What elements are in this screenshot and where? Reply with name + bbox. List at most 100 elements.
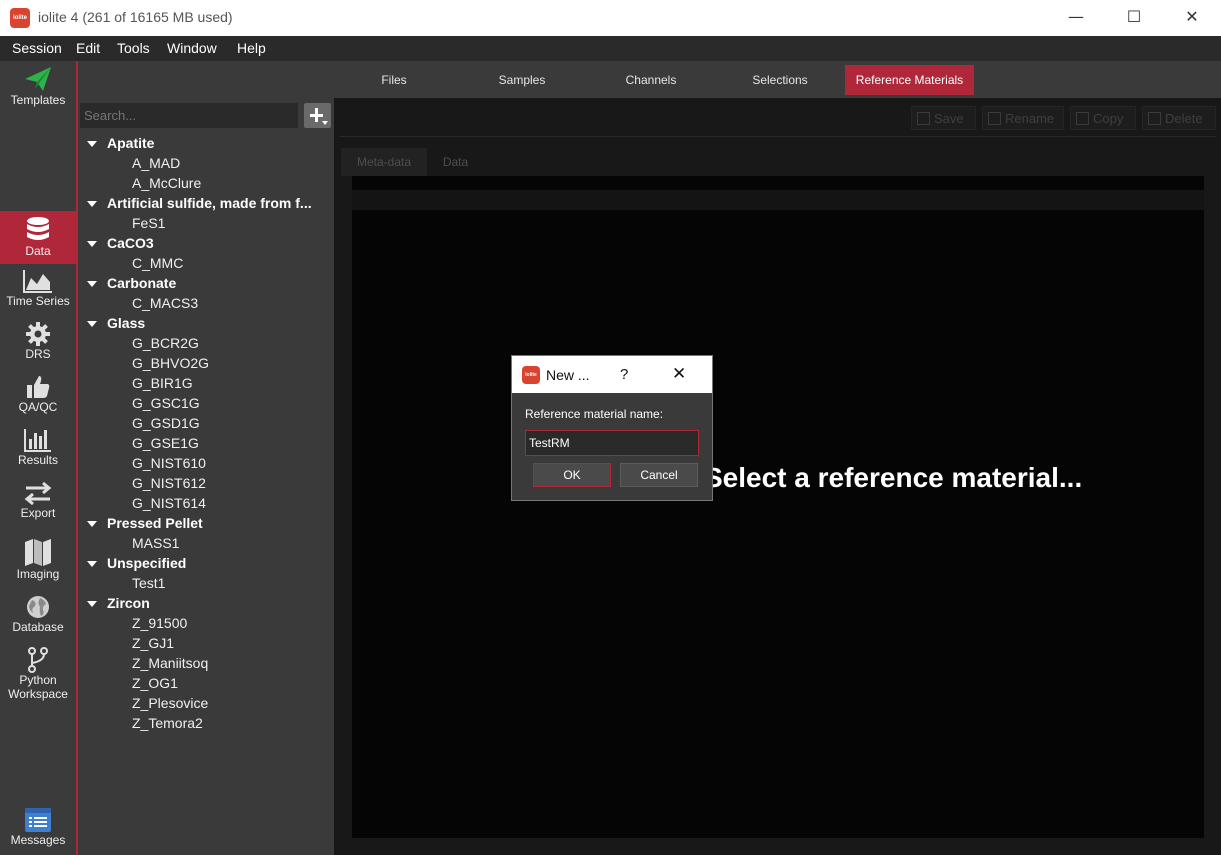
nav-results[interactable]: Results bbox=[0, 427, 76, 477]
expand-caret-icon[interactable] bbox=[87, 561, 97, 568]
nav-python-workspace[interactable]: Python Workspace bbox=[0, 647, 76, 709]
top-tabs: Files Samples Channels Selections Refere… bbox=[78, 61, 1221, 98]
tab-samples[interactable]: Samples bbox=[480, 65, 564, 95]
subtab-data[interactable]: Data bbox=[427, 148, 484, 176]
tree-item[interactable]: Z_GJ1 bbox=[132, 633, 174, 653]
rename-button[interactable]: Rename bbox=[982, 106, 1064, 130]
nav-database[interactable]: Database bbox=[0, 594, 76, 644]
tree-group-label: Glass bbox=[107, 315, 146, 331]
tree-item[interactable]: G_GSD1G bbox=[132, 413, 200, 433]
expand-caret-icon[interactable] bbox=[87, 241, 97, 248]
delete-icon bbox=[1148, 112, 1161, 125]
expand-caret-icon[interactable] bbox=[87, 201, 97, 208]
subtab-meta-data[interactable]: Meta-data bbox=[341, 148, 427, 176]
expand-caret-icon[interactable] bbox=[87, 521, 97, 528]
tree-item[interactable]: G_GSC1G bbox=[132, 393, 200, 413]
tree-group[interactable]: Artificial sulfide, made from f... bbox=[78, 193, 312, 213]
tree-item[interactable]: Z_Maniitsoq bbox=[132, 653, 208, 673]
delete-label: Delete bbox=[1165, 111, 1203, 126]
nav-label: Messages bbox=[10, 833, 66, 847]
menu-window[interactable]: Window bbox=[167, 40, 217, 56]
nav-messages[interactable]: Messages bbox=[0, 807, 76, 855]
help-button[interactable]: ? bbox=[620, 366, 628, 383]
expand-caret-icon[interactable] bbox=[87, 141, 97, 148]
tab-files[interactable]: Files bbox=[354, 65, 434, 95]
tree-group[interactable]: Zircon bbox=[78, 593, 150, 613]
database-icon bbox=[27, 217, 49, 240]
new-reference-material-dialog: iolite New ... ? ✕ Reference material na… bbox=[511, 355, 713, 501]
tree-group[interactable]: Glass bbox=[78, 313, 145, 333]
add-reference-material-button[interactable] bbox=[304, 103, 331, 128]
nav-time-series[interactable]: Time Series bbox=[0, 268, 76, 318]
rename-label: Rename bbox=[1005, 111, 1055, 126]
tree-group-label: Zircon bbox=[107, 595, 150, 611]
tree-group[interactable]: Carbonate bbox=[78, 273, 176, 293]
nav-qaqc[interactable]: QA/QC bbox=[0, 374, 76, 424]
dialog-title-bar: iolite New ... ? ✕ bbox=[512, 356, 712, 393]
nav-label: DRS bbox=[25, 347, 51, 361]
reference-material-name-input[interactable] bbox=[525, 430, 699, 456]
tree-item[interactable]: G_NIST614 bbox=[132, 493, 206, 513]
nav-label: Export bbox=[20, 506, 56, 520]
tree-item[interactable]: G_GSE1G bbox=[132, 433, 199, 453]
ok-button[interactable]: OK bbox=[533, 463, 611, 487]
tree-item[interactable]: A_McClure bbox=[132, 173, 201, 193]
maximize-button[interactable]: ☐ bbox=[1105, 0, 1163, 36]
tree-item[interactable]: FeS1 bbox=[132, 213, 165, 233]
cancel-button[interactable]: Cancel bbox=[620, 463, 698, 487]
nav-imaging[interactable]: Imaging bbox=[0, 537, 76, 591]
tree-item[interactable]: MASS1 bbox=[132, 533, 179, 553]
tree-item[interactable]: Z_Plesovice bbox=[132, 693, 208, 713]
delete-button[interactable]: Delete bbox=[1142, 106, 1216, 130]
left-nav: Templates Data Time Series DRS QA/QC Res… bbox=[0, 61, 77, 855]
tab-reference-materials[interactable]: Reference Materials bbox=[845, 65, 974, 95]
toolbar-divider bbox=[340, 136, 1216, 137]
tree-item[interactable]: G_BHVO2G bbox=[132, 353, 209, 373]
tree-item[interactable]: A_MAD bbox=[132, 153, 180, 173]
tree-item[interactable]: G_BIR1G bbox=[132, 373, 193, 393]
tree-item[interactable]: Z_OG1 bbox=[132, 673, 178, 693]
plus-icon bbox=[315, 108, 318, 122]
paper-plane-icon bbox=[25, 67, 51, 91]
nav-data[interactable]: Data bbox=[0, 211, 76, 264]
tree-group[interactable]: Apatite bbox=[78, 133, 154, 153]
nav-templates[interactable]: Templates bbox=[0, 65, 76, 115]
main-panel: Save Rename Copy Delete Meta-data Data S… bbox=[334, 98, 1221, 855]
minimize-button[interactable]: — bbox=[1047, 0, 1105, 36]
menu-bar: Session Edit Tools Window Help bbox=[0, 36, 1221, 61]
content-header-strip bbox=[352, 190, 1204, 210]
dialog-close-button[interactable]: ✕ bbox=[672, 364, 686, 384]
tab-selections[interactable]: Selections bbox=[736, 65, 824, 95]
nav-drs[interactable]: DRS bbox=[0, 321, 76, 371]
tree-item[interactable]: C_MACS3 bbox=[132, 293, 198, 313]
window-close-button[interactable]: ✕ bbox=[1163, 0, 1221, 36]
expand-caret-icon[interactable] bbox=[87, 601, 97, 608]
tree-item[interactable]: C_MMC bbox=[132, 253, 183, 273]
tree-group[interactable]: CaCO3 bbox=[78, 233, 154, 253]
tree-group[interactable]: Unspecified bbox=[78, 553, 186, 573]
tree-item[interactable]: Z_Temora2 bbox=[132, 713, 203, 733]
tree-item[interactable]: G_NIST612 bbox=[132, 473, 206, 493]
reference-material-name-label: Reference material name: bbox=[525, 407, 664, 421]
reference-material-tree-panel: Apatite A_MADA_McClure Artificial sulfide,… bbox=[78, 98, 334, 855]
tree-item[interactable]: Test1 bbox=[132, 573, 165, 593]
tree-group[interactable]: Pressed Pellet bbox=[78, 513, 203, 533]
save-button[interactable]: Save bbox=[911, 106, 976, 130]
tree-item[interactable]: G_BCR2G bbox=[132, 333, 199, 353]
expand-caret-icon[interactable] bbox=[87, 281, 97, 288]
tree-item[interactable]: G_NIST610 bbox=[132, 453, 206, 473]
tab-channels[interactable]: Channels bbox=[608, 65, 694, 95]
menu-tools[interactable]: Tools bbox=[117, 40, 150, 56]
tree-item[interactable]: Z_91500 bbox=[132, 613, 187, 633]
select-reference-material-placeholder: Select a reference material... bbox=[704, 462, 1083, 493]
menu-session[interactable]: Session bbox=[12, 40, 62, 56]
expand-caret-icon[interactable] bbox=[87, 321, 97, 328]
globe-icon bbox=[27, 596, 49, 618]
nav-export[interactable]: Export bbox=[0, 480, 76, 530]
nav-label: Python bbox=[19, 673, 57, 687]
menu-edit[interactable]: Edit bbox=[76, 40, 100, 56]
copy-button[interactable]: Copy bbox=[1070, 106, 1136, 130]
search-input[interactable] bbox=[80, 103, 298, 128]
menu-help[interactable]: Help bbox=[237, 40, 266, 56]
title-bar: iolite iolite 4 (261 of 16165 MB used) —… bbox=[0, 0, 1221, 36]
